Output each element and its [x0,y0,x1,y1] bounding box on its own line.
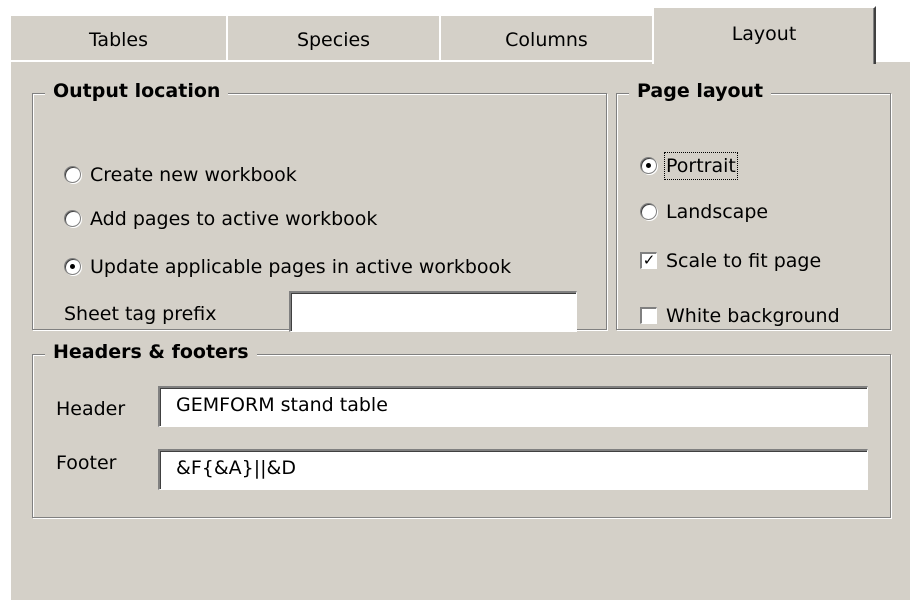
tab-label: Tables [88,29,149,51]
checkmark-icon: ✓ [640,252,657,269]
radio-label: Add pages to active workbook [90,208,378,230]
output-location-title: Output location [45,79,229,103]
radio-icon [640,203,657,220]
sheet-tag-prefix-input[interactable] [289,291,577,332]
radio-icon [64,166,81,183]
radio-label: Create new workbook [90,164,297,186]
checkbox-icon [640,307,657,324]
tab-label: Layout [731,23,797,45]
sheet-tag-prefix-label: Sheet tag prefix [64,303,217,325]
tab-layout[interactable]: Layout [652,6,876,64]
tab-species[interactable]: Species [226,14,441,62]
checkbox-label: White background [666,305,840,327]
page-layout-group: Page layout Portrait Landscape ✓ Scale t… [616,79,891,330]
radio-selected-icon [640,157,657,174]
footer-label: Footer [56,452,117,474]
headers-footers-title: Headers & footers [45,340,257,364]
radio-selected-icon [64,258,81,275]
headers-footers-group: Headers & footers Header GEMFORM stand t… [32,340,891,518]
output-location-group: Output location Create new workbook Add … [32,79,607,332]
radio-label: Landscape [666,201,769,223]
radio-label: Portrait [664,152,738,180]
checkbox-label: Scale to fit page [666,250,822,272]
tab-tables[interactable]: Tables [9,14,228,62]
tab-label: Species [296,29,371,51]
tab-columns[interactable]: Columns [439,14,654,62]
footer-input[interactable]: &F{&A}||&D [158,449,868,490]
layout-tab-panel: Output location Create new workbook Add … [9,60,910,600]
page-layout-title: Page layout [629,79,772,103]
radio-label: Update applicable pages in active workbo… [90,256,512,278]
header-input[interactable]: GEMFORM stand table [158,386,868,427]
radio-icon [64,210,81,227]
tab-label: Columns [505,29,588,51]
header-label: Header [56,398,126,420]
